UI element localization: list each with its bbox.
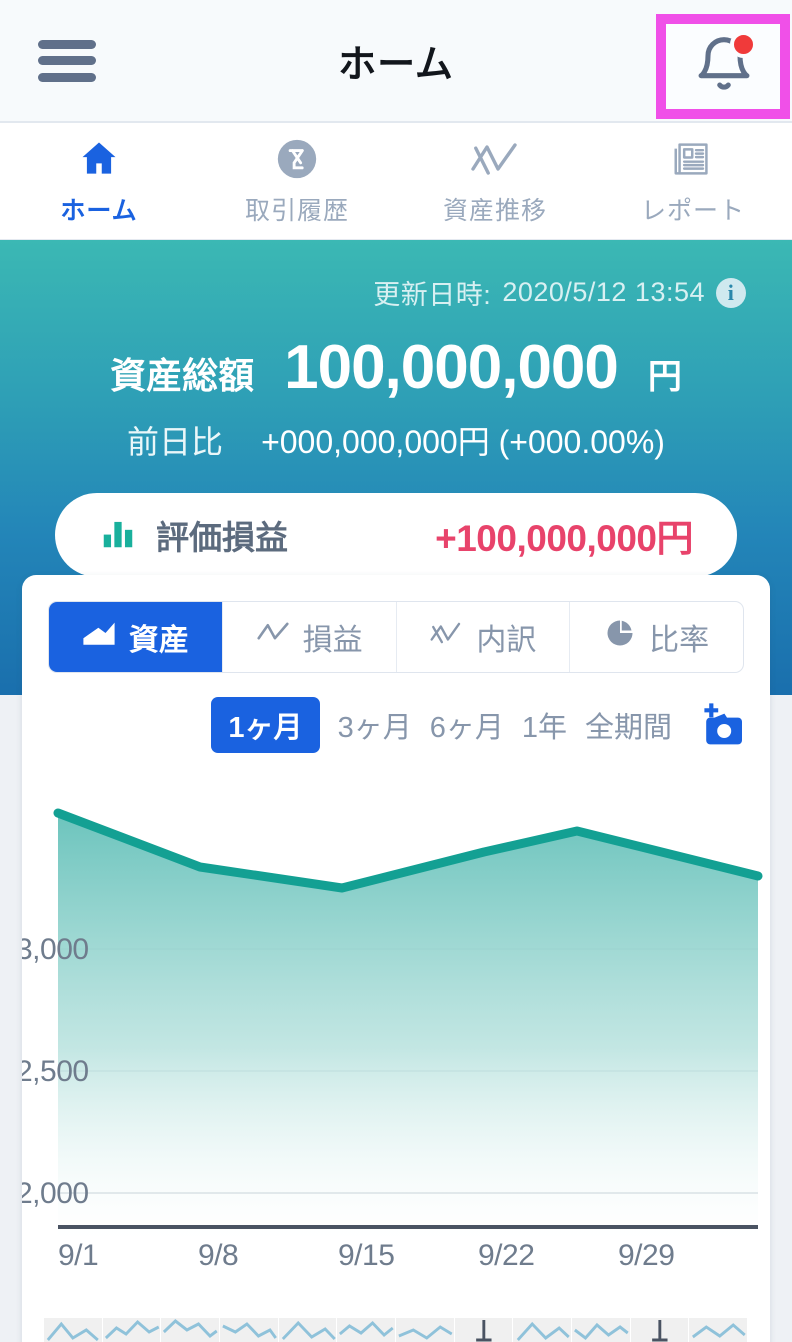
- mini-sparkline-row: [22, 1318, 770, 1342]
- nav-tab-history[interactable]: 取引履歴: [198, 136, 396, 227]
- app-bar: ホーム: [0, 0, 792, 123]
- chart-type-tabs: 資産 損益 内訳 比率: [48, 601, 744, 673]
- hamburger-bar-2: [38, 56, 96, 65]
- notification-bell-icon[interactable]: [692, 31, 757, 97]
- period-all[interactable]: 全期間: [585, 704, 672, 746]
- unrealized-pnl-left: 評価損益: [99, 511, 288, 559]
- y-tick-2500: 2,500: [22, 1055, 89, 1088]
- period-6m[interactable]: 6ヶ月: [430, 704, 504, 746]
- x-tick-2: 9/15: [338, 1239, 395, 1272]
- chart-tab-assets-label: 資産: [128, 624, 189, 657]
- sparkline-cell[interactable]: [279, 1318, 338, 1342]
- chart-tab-ratio[interactable]: 比率: [570, 602, 743, 672]
- line-chart-icon: [256, 620, 290, 654]
- sparkline-cell[interactable]: [103, 1318, 162, 1342]
- sparkline-cell[interactable]: [513, 1318, 573, 1342]
- nav-tab-asset-trend[interactable]: 資産推移: [396, 136, 594, 227]
- chart-tab-pnl[interactable]: 損益: [223, 602, 397, 672]
- x-tick-1: 9/8: [198, 1239, 239, 1272]
- sparkline-cell[interactable]: [631, 1318, 690, 1342]
- last-updated-label: 更新日時:: [373, 280, 492, 310]
- chart-tab-assets[interactable]: 資産: [49, 602, 223, 672]
- hamburger-menu-icon[interactable]: [38, 39, 96, 82]
- period-1m[interactable]: 1ヶ月: [211, 697, 320, 753]
- main-nav-tabs: ホーム 取引履歴 資産推移 レポート: [0, 123, 792, 240]
- sparkline-cell[interactable]: [572, 1318, 631, 1342]
- nav-tab-asset-trend-label: 資産推移: [442, 196, 547, 225]
- mini-sparkline-cells: [44, 1318, 749, 1342]
- sparkline-cell[interactable]: [220, 1318, 279, 1342]
- period-selector: 1ヶ月 3ヶ月 6ヶ月 1年 全期間: [22, 673, 770, 753]
- home-icon: [75, 136, 123, 182]
- hamburger-bar-3: [38, 72, 96, 82]
- newspaper-icon: [670, 136, 716, 182]
- hamburger-bar-1: [38, 39, 96, 49]
- pie-chart-icon: [604, 618, 636, 656]
- unrealized-pnl-value: +100,000,000円: [435, 518, 693, 559]
- chart-tab-breakdown-label: 内訳: [476, 624, 537, 657]
- total-assets-row: 資産総額 100,000,000 円: [22, 332, 770, 403]
- daily-change-label: 前日比: [127, 424, 224, 460]
- chart-tab-pnl-label: 損益: [302, 624, 363, 657]
- sparkline-cell[interactable]: [396, 1318, 455, 1342]
- nav-tab-home-label: ホーム: [60, 196, 138, 225]
- chart-card: 資産 損益 内訳 比率 1ヶ月 3ヶ月 6ヶ月 1年 全期間 3,000 2,5…: [22, 575, 770, 1342]
- sparkline-cell[interactable]: [337, 1318, 397, 1342]
- x-tick-0: 9/1: [58, 1239, 99, 1272]
- chart-x-axis-labels: 9/1 9/8 9/15 9/22 9/29: [58, 1239, 758, 1273]
- total-assets-amount: 100,000,000: [284, 333, 619, 402]
- chart-svg: [53, 808, 763, 1241]
- sparkline-cell[interactable]: [689, 1318, 749, 1342]
- area-chart-icon: [82, 620, 116, 654]
- nav-tab-history-label: 取引履歴: [244, 196, 349, 225]
- unrealized-pnl-pill[interactable]: 評価損益 +100,000,000円: [55, 493, 737, 577]
- coin-icon: [274, 136, 320, 182]
- nav-tab-report[interactable]: レポート: [594, 136, 792, 227]
- sparkline-cell[interactable]: [455, 1318, 514, 1342]
- nav-tab-home[interactable]: ホーム: [0, 136, 198, 227]
- asset-area-chart: 3,000 2,500 2,000 9/1 9/8 9/15 9/22 9/29: [22, 771, 770, 1272]
- bar-chart-icon: [99, 514, 137, 557]
- total-assets-unit: 円: [647, 358, 682, 396]
- daily-change-row: 前日比 +000,000,000円 (+000.00%): [22, 417, 770, 463]
- chart-area-fill: [58, 813, 758, 1241]
- chart-tab-breakdown[interactable]: 内訳: [397, 602, 571, 672]
- sparkline-cell[interactable]: [44, 1318, 103, 1342]
- y-tick-3000: 3,000: [22, 933, 89, 966]
- info-icon[interactable]: i: [716, 277, 746, 308]
- chart-tab-ratio-label: 比率: [649, 624, 710, 657]
- line-chart-icon: [469, 136, 521, 182]
- app-screen: ホーム ホーム 取引履歴 資産推移 レポート 更新日時: 2020/5/12 1…: [0, 0, 792, 1342]
- sparkline-cell[interactable]: [161, 1318, 221, 1342]
- unrealized-pnl-label: 評価損益: [156, 519, 288, 556]
- y-tick-2000: 2,000: [22, 1177, 89, 1210]
- last-updated-value: 2020/5/12 13:54: [502, 277, 705, 307]
- period-3m[interactable]: 3ヶ月: [338, 704, 412, 746]
- daily-change-value: +000,000,000円 (+000.00%): [261, 424, 665, 460]
- x-tick-4: 9/29: [618, 1239, 675, 1272]
- add-photo-camera-icon[interactable]: [698, 701, 748, 749]
- nav-tab-report-label: レポート: [640, 196, 745, 225]
- zigzag-chart-icon: [429, 620, 463, 654]
- total-assets-label: 資産総額: [110, 355, 255, 396]
- period-1y[interactable]: 1年: [522, 704, 567, 746]
- last-updated: 更新日時: 2020/5/12 13:54 i: [22, 240, 770, 312]
- x-tick-3: 9/22: [478, 1239, 535, 1272]
- notification-badge-dot: [730, 31, 757, 58]
